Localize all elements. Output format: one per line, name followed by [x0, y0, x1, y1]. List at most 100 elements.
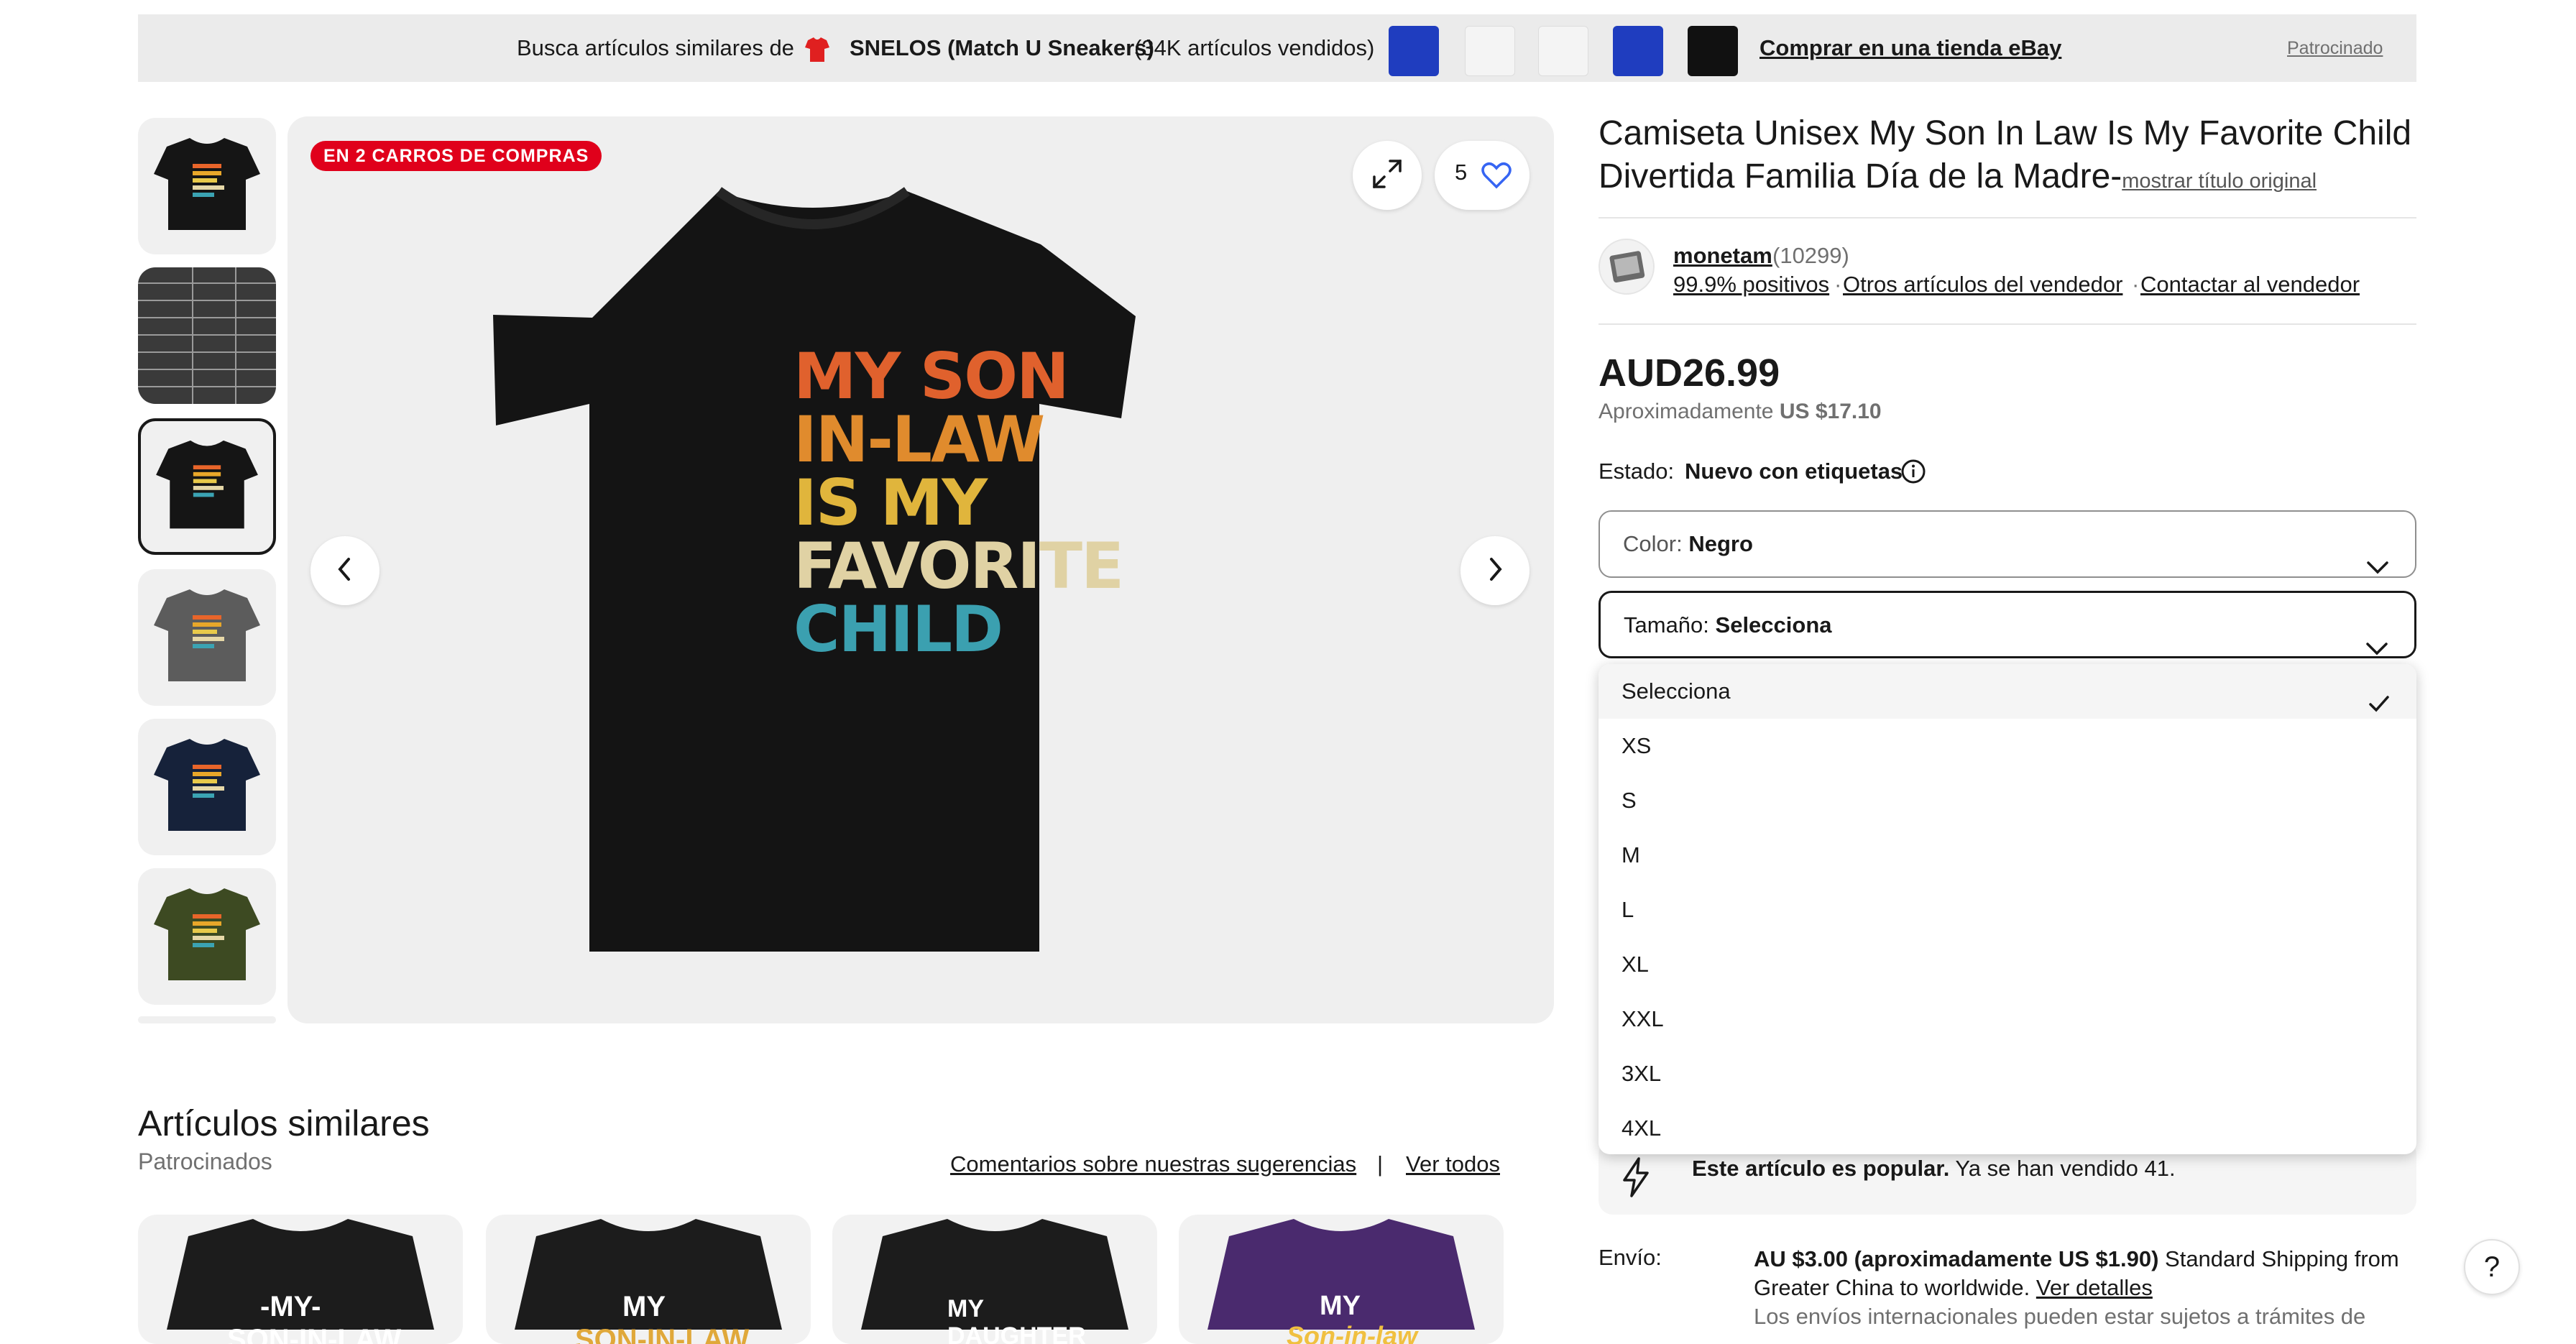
size-option-xs[interactable]: XS [1598, 719, 2416, 773]
store-logo-icon [802, 34, 832, 65]
shipping-note: Los envíos internacionales pueden estar … [1754, 1304, 2366, 1329]
color-select-value: Negro [1688, 531, 1753, 556]
link-separator: | [1377, 1151, 1384, 1177]
size-select-value: Selecciona [1715, 612, 1832, 638]
approx-label: Aproximadamente [1598, 400, 1774, 423]
card-3-print-2: DAUGHTER [947, 1322, 1086, 1344]
watch-count: 5 [1455, 160, 1468, 185]
chevron-right-icon [1484, 556, 1506, 586]
promo-thumb-5[interactable] [1688, 26, 1738, 76]
similar-item-card-1[interactable]: -MY- SON-IN-LAW [138, 1215, 463, 1344]
promo-prefix: Busca artículos similares de [517, 35, 794, 60]
item-price: AUD26.99 [1598, 351, 1780, 395]
promo-sold-count: (34K artículos vendidos) [1134, 35, 1375, 60]
gallery-thumbnail-3-selected[interactable] [138, 418, 276, 555]
shirt-line-4: FAVORITE [794, 529, 1124, 603]
size-option-label: Selecciona [1622, 678, 1731, 704]
gallery-thumbnail-2[interactable] [138, 267, 276, 404]
popular-rest: Ya se han vendido 41. [1955, 1156, 2176, 1181]
seller-avatar[interactable] [1598, 239, 1655, 295]
shop-ebay-store-link[interactable]: Comprar en una tienda eBay [1760, 14, 2061, 82]
size-option-xxl[interactable]: XXL [1598, 992, 2416, 1046]
condition-value: Nuevo con etiquetas [1685, 459, 1903, 484]
next-image-button[interactable] [1460, 536, 1530, 605]
promo-thumb-4[interactable] [1613, 26, 1663, 76]
gallery-thumbnail-4[interactable] [138, 569, 276, 706]
size-select[interactable]: Tamaño: Selecciona [1598, 591, 2416, 658]
gallery-thumbnail-1[interactable] [138, 118, 276, 254]
shipping-label: Envío: [1598, 1245, 1662, 1270]
previous-image-button[interactable] [310, 536, 380, 605]
similar-items-title: Artículos similares [138, 1103, 430, 1143]
size-dropdown-menu: Selecciona XS S M L XL XXL 3XL 4XL [1598, 664, 2416, 1154]
approx-price: Aproximadamente US $17.10 [1598, 400, 1882, 424]
seller-divider [1598, 323, 2416, 325]
chevron-left-icon [334, 556, 356, 586]
fullscreen-button[interactable] [1353, 141, 1422, 210]
size-option-selecciona[interactable]: Selecciona [1598, 664, 2416, 719]
card-4-print: MY [1320, 1291, 1361, 1321]
similar-item-card-4[interactable]: MY Son-in-law [1179, 1215, 1504, 1344]
shipping-info: AU $3.00 (aproximadamente US $1.90) Stan… [1754, 1245, 2416, 1331]
size-option-xl[interactable]: XL [1598, 937, 2416, 992]
in-carts-badge: EN 2 CARROS DE COMPRAS [310, 141, 602, 171]
card-3-print: MY [947, 1295, 984, 1322]
size-option-3xl[interactable]: 3XL [1598, 1046, 2416, 1101]
popular-bold: Este artículo es popular. [1692, 1156, 1950, 1181]
store-promo-banner: Busca artículos similares de SNELOS (Mat… [138, 14, 2416, 82]
promo-store-name[interactable]: SNELOS (Match U Sneakers) [850, 14, 1154, 82]
separator-dot-2: · [2132, 272, 2140, 297]
heart-icon [1481, 160, 1512, 195]
approx-value: US $17.10 [1779, 400, 1882, 423]
size-option-s[interactable]: S [1598, 773, 2416, 828]
card-1-print: -MY- [260, 1291, 321, 1322]
seller-name-link[interactable]: monetam [1673, 243, 1772, 269]
promo-thumb-3[interactable] [1538, 26, 1588, 76]
suggestions-feedback-link[interactable]: Comentarios sobre nuestras sugerencias [950, 1151, 1356, 1177]
similar-item-card-2[interactable]: MY SON-IN-LAW [486, 1215, 811, 1344]
size-option-l[interactable]: L [1598, 883, 2416, 937]
shipping-desc2: Greater China to worldwide. [1754, 1275, 2030, 1300]
seller-other-items-link[interactable]: Otros artículos del vendedor [1843, 272, 2122, 298]
card-4-print-2: Son-in-law [1287, 1321, 1417, 1344]
similar-items-subtitle: Patrocinados [138, 1149, 272, 1174]
shirt-line-3: IS MY [794, 466, 988, 540]
size-select-label: Tamaño: [1624, 612, 1709, 638]
color-select[interactable]: Color: Negro [1598, 510, 2416, 578]
title-divider [1598, 217, 2416, 218]
shipping-details-link[interactable]: Ver detalles [2036, 1275, 2153, 1300]
item-title: Camiseta Unisex My Son In Law Is My Favo… [1598, 112, 2418, 203]
card-2-print: MY [622, 1291, 666, 1322]
similar-item-card-3[interactable]: MY DAUGHTER [832, 1215, 1157, 1344]
card-2-print-2: SON-IN-LAW [575, 1324, 750, 1344]
shirt-line-1: MY SON [794, 339, 1070, 413]
shirt-line-2: IN-LAW [794, 402, 1045, 477]
expand-icon [1371, 158, 1403, 193]
show-original-title-link[interactable]: mostrar título original [2122, 170, 2317, 193]
condition-label: Estado: [1598, 459, 1675, 484]
sponsored-label[interactable]: Patrocinado [2287, 14, 2416, 82]
color-select-label: Color: [1623, 531, 1683, 556]
size-option-m[interactable]: M [1598, 828, 2416, 883]
info-icon[interactable] [1900, 459, 1926, 488]
shipping-desc: Standard Shipping from [2165, 1246, 2399, 1271]
shipping-price: AU $3.00 (aproximadamente US $1.90) [1754, 1246, 2159, 1271]
see-all-link[interactable]: Ver todos [1406, 1151, 1500, 1177]
help-button[interactable]: ? [2464, 1239, 2520, 1295]
seller-feedback-count: (10299) [1772, 243, 1849, 268]
watchlist-button[interactable]: 5 [1435, 141, 1530, 210]
popular-text: Este artículo es popular. Ya se han vend… [1692, 1156, 2176, 1182]
gallery-thumbnail-6[interactable] [138, 868, 276, 1005]
separator-dot-1: · [1834, 272, 1842, 297]
shirt-line-5: CHILD [794, 592, 1003, 666]
shirt-print-text: MY SON IN-LAW IS MY FAVORITE CHILD [794, 339, 1124, 666]
gallery-thumbnail-7-partial[interactable] [138, 1016, 276, 1023]
contact-seller-link[interactable]: Contactar al vendedor [2140, 272, 2360, 298]
seller-positive-link[interactable]: 99.9% positivos [1673, 272, 1829, 298]
promo-thumb-1[interactable] [1389, 26, 1439, 76]
size-option-4xl[interactable]: 4XL [1598, 1101, 2416, 1154]
lightning-icon [1620, 1157, 1652, 1201]
card-1-print-2: SON-IN-LAW [227, 1324, 402, 1344]
promo-thumb-2[interactable] [1465, 26, 1515, 76]
gallery-thumbnail-5[interactable] [138, 719, 276, 855]
